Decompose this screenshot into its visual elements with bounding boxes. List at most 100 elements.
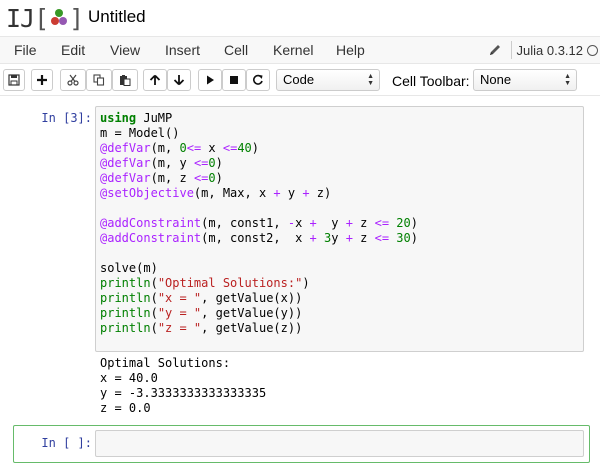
move-down-icon [173,75,185,86]
code-token: 0 [179,141,187,155]
code-token: ) [410,216,418,230]
cell-toolbar-label: Cell Toolbar: [392,73,470,89]
empty-code-input[interactable] [95,430,584,457]
code-token: (m, z [150,171,194,185]
code-token: @addConstraint [100,216,202,230]
code-token: y [280,186,303,200]
code-token: <= [222,141,238,155]
code-token: z [352,231,375,245]
code-token: ) [251,141,259,155]
save-button[interactable] [3,69,25,91]
cell-toolbar-value: None [480,72,512,87]
code-token: <= [374,231,390,245]
code-line: println("Optimal Solutions:") [100,276,418,291]
code-token: + [345,231,353,245]
code-token: y [316,216,346,230]
kernel-idle-icon [587,44,598,56]
save-icon [8,74,20,86]
toolbar: Code ▲ ▼ Cell Toolbar: None ▲ ▼ [0,64,600,96]
paste-icon [120,75,131,86]
code-token: , getValue(y)) [201,306,303,320]
code-token: using [100,111,137,125]
code-line: using JuMP [100,111,418,126]
code-token: ) [302,276,310,290]
interrupt-button[interactable] [222,69,246,91]
cut-button[interactable] [60,69,86,91]
code-line: solve(m) [100,261,418,276]
cut-icon [67,74,79,86]
cell-type-value: Code [283,72,315,87]
copy-button[interactable] [86,69,112,91]
menubar: File Edit View Insert Cell Kernel Help J… [0,36,600,64]
select-arrows-icon: ▲ ▼ [367,73,374,87]
pencil-icon[interactable] [487,42,503,58]
restart-icon [253,74,263,85]
code-line: @addConstraint(m, const2, x + 3y + z <= … [100,231,418,246]
code-token: + [273,186,281,200]
code-token: (m, y [150,156,194,170]
logo-bracket-open: [ [34,3,50,33]
code-token: (m, [150,141,180,155]
code-token: ( [150,276,158,290]
restart-button[interactable] [246,69,270,91]
run-button[interactable] [198,69,222,91]
kernel-area: Julia 0.3.12 [487,37,600,63]
code-token: @defVar [100,156,151,170]
code-line: @defVar(m, y <=0) [100,156,418,171]
code-token: ) [215,171,223,185]
code-token: <= [193,156,209,170]
code-token: ( [150,291,158,305]
kernel-separator [510,41,512,59]
code-token: , getValue(z)) [201,321,303,335]
menu-help[interactable]: Help [336,42,365,58]
menu-edit[interactable]: Edit [61,42,85,58]
paste-button[interactable] [112,69,138,91]
code-token: @addConstraint [100,231,202,245]
code-token: , getValue(x)) [201,291,303,305]
code-token: x [295,216,310,230]
code-line: println("z = ", getValue(z)) [100,321,418,336]
code-token: "y = " [157,306,202,320]
output-line: y = -3.3333333333333335 [100,386,267,400]
cell-output: Optimal Solutions: x = 40.0 y = -3.3333333… [100,356,266,416]
menu-cell[interactable]: Cell [224,42,248,58]
menu-file[interactable]: File [14,42,37,58]
code-token: JuMP [136,111,173,125]
run-icon [207,75,214,85]
menu-kernel[interactable]: Kernel [273,42,313,58]
code-token: ( [150,321,158,335]
cell-toolbar-select[interactable]: None ▲ ▼ [473,69,577,91]
move-down-button[interactable] [167,69,191,91]
code-token: z [352,216,375,230]
code-token: "x = " [157,291,202,305]
notebook-title[interactable]: Untitled [88,7,146,27]
code-token: x [201,141,223,155]
cell-type-select[interactable]: Code ▲ ▼ [276,69,380,91]
jupyter-logo[interactable]: IJ [ ] [6,3,84,33]
menu-view[interactable]: View [110,42,140,58]
code-token: 20 [396,216,411,230]
code-token: + [302,186,310,200]
output-line: Optimal Solutions: [100,356,231,370]
move-up-button[interactable] [143,69,167,91]
code-token: <= [193,171,209,185]
code-token: (m, const1, [201,216,288,230]
code-token: <= [186,141,202,155]
insert-cell-button[interactable] [31,69,53,91]
code-token: ) [410,231,418,245]
output-line: z = 0.0 [100,401,151,415]
cell-prompt: In [3]: [41,111,92,125]
code-token: 0 [208,156,216,170]
code-token: println [100,276,151,290]
code-token: 40 [237,141,252,155]
code-token: z) [309,186,332,200]
code-editor[interactable]: using JuMP m = Model() @defVar(m, 0<= x <=… [100,111,418,336]
code-line: @setObjective(m, Max, x + y + z) [100,186,418,201]
code-line: println("x = ", getValue(x)) [100,291,418,306]
menu-insert[interactable]: Insert [165,42,200,58]
kernel-name: Julia 0.3.12 [516,42,584,58]
code-token: m = Model() [100,126,180,140]
